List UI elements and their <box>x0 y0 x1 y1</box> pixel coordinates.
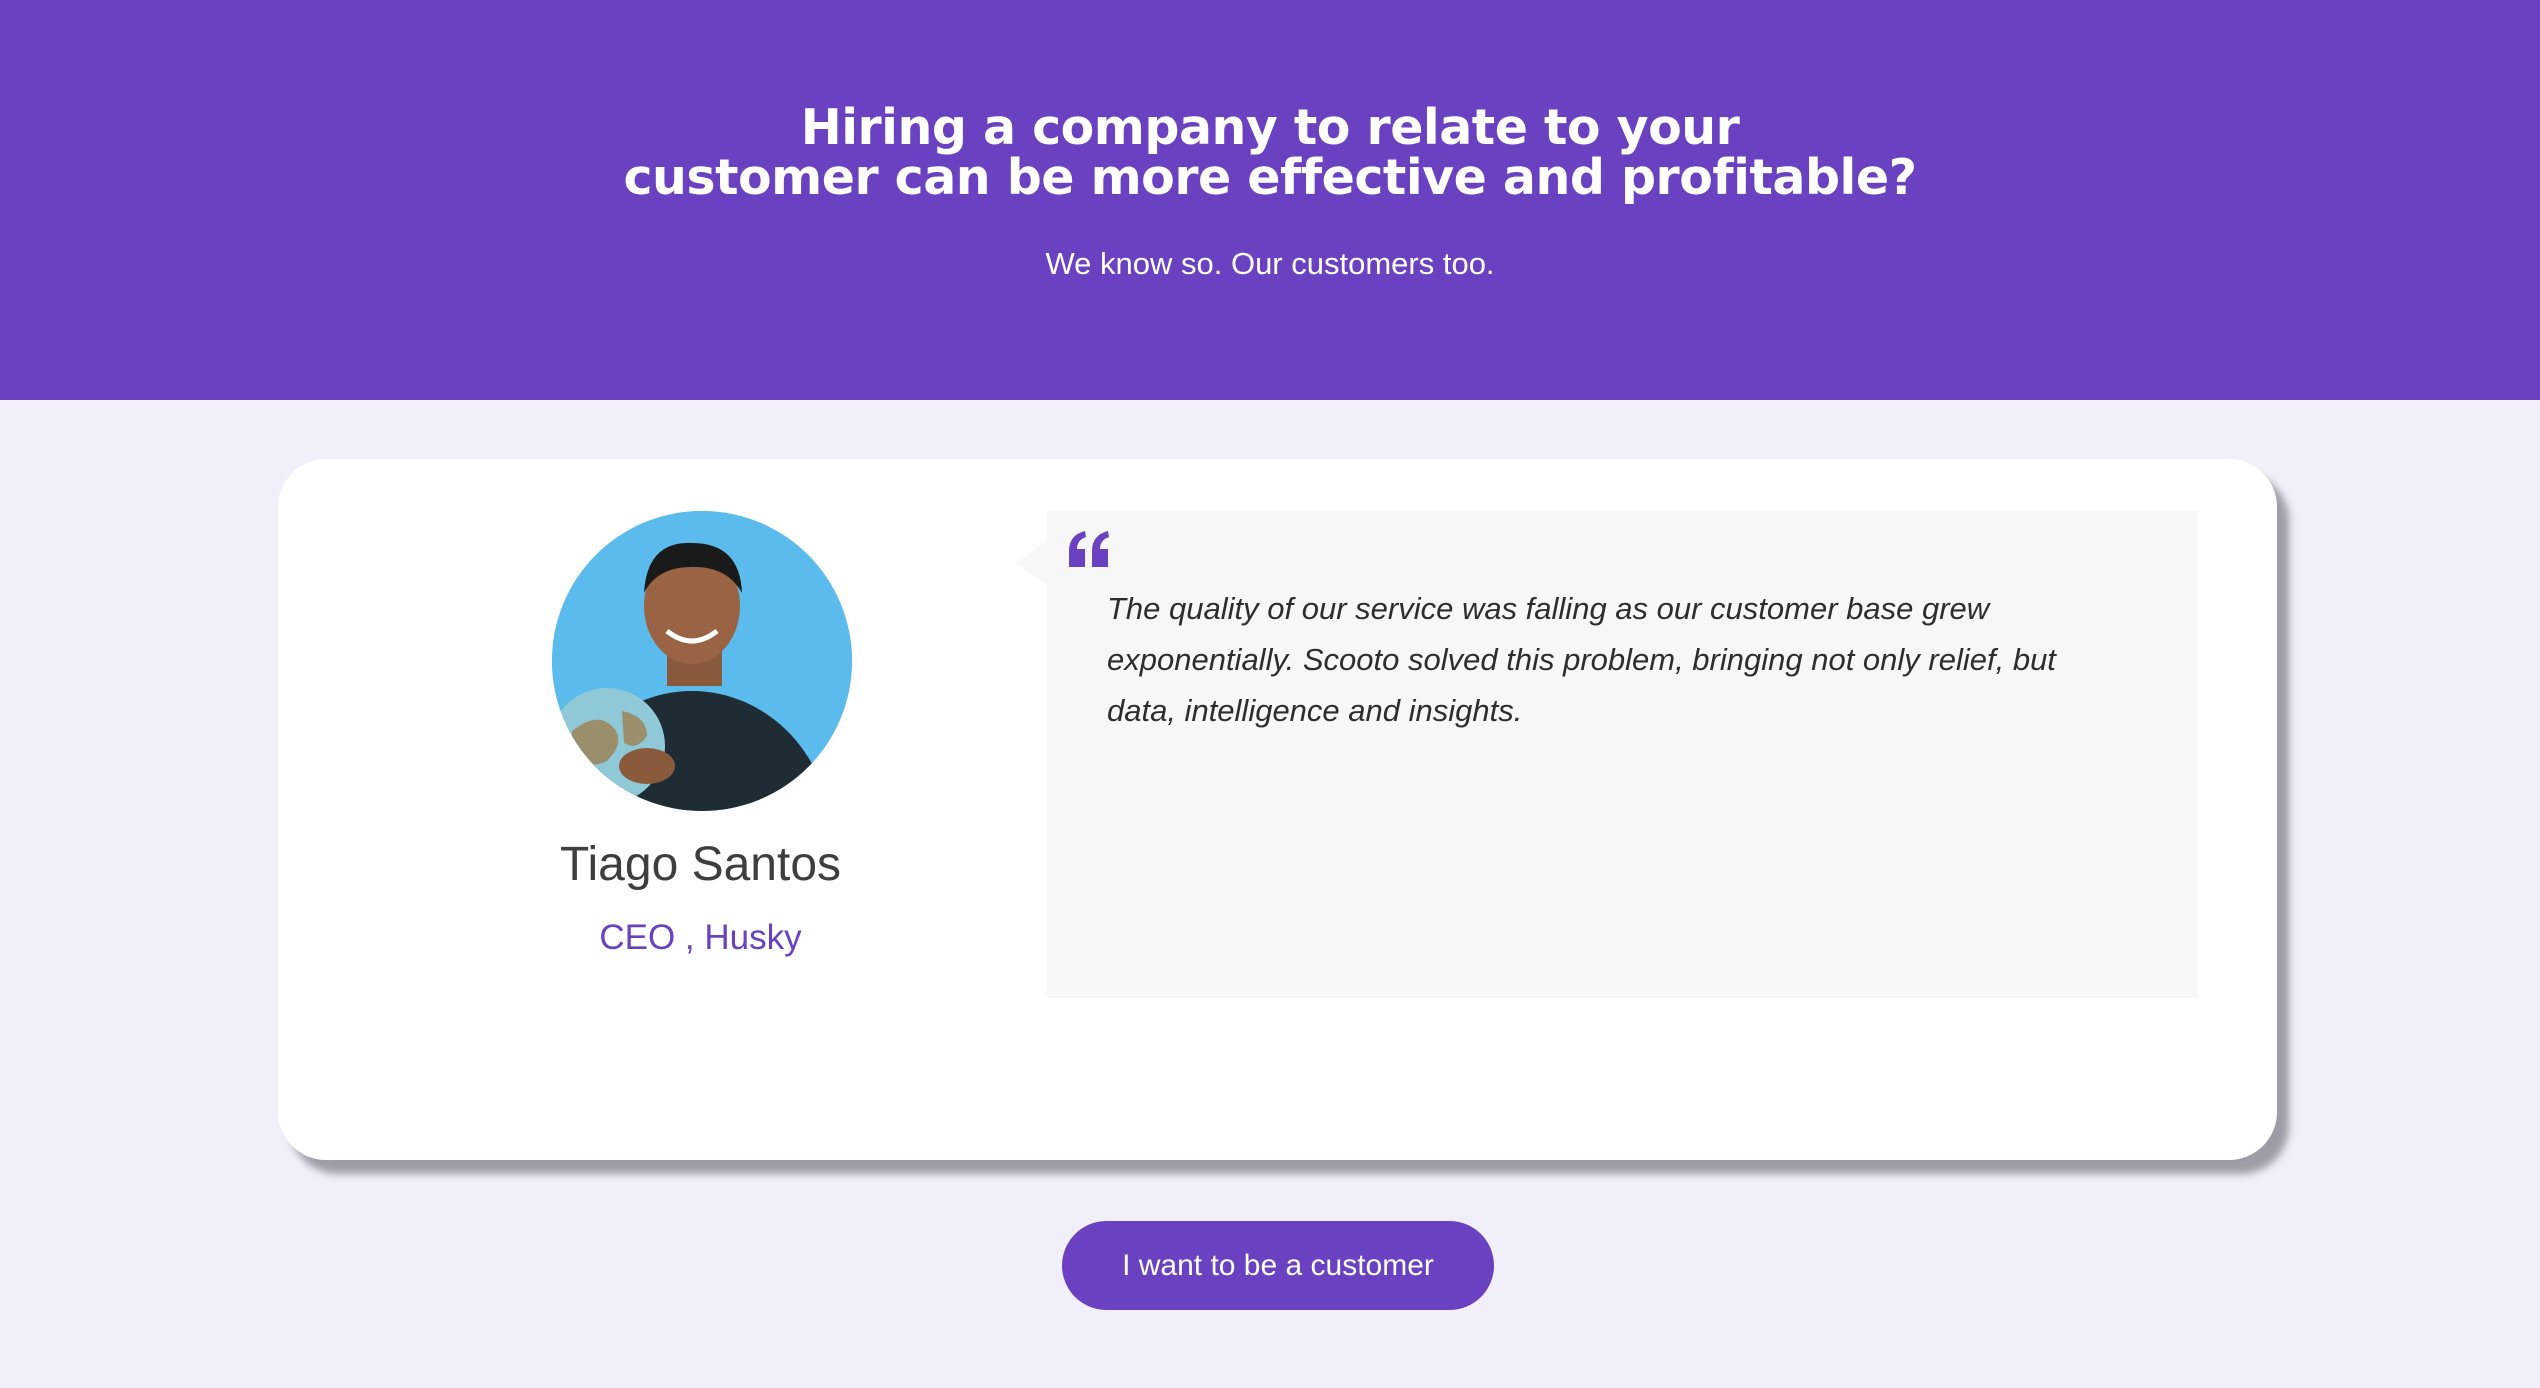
testimonial-profile: Tiago Santos CEO , Husky <box>278 459 1123 1160</box>
hero-section: Hiring a company to relate to your custo… <box>0 0 2540 400</box>
become-customer-button[interactable]: I want to be a customer <box>1062 1221 1494 1310</box>
hero-subtitle: We know so. Our customers too. <box>1045 246 1495 281</box>
hero-title-line-1: Hiring a company to relate to your <box>800 99 1740 156</box>
hero-title-line-2: customer can be more effective and profi… <box>623 149 1917 206</box>
testimonial-card: Tiago Santos CEO , Husky The quality of … <box>278 459 2277 1160</box>
avatar-photo <box>552 511 852 811</box>
avatar <box>552 511 852 811</box>
person-name: Tiago Santos <box>559 838 842 891</box>
hero-title: Hiring a company to relate to your custo… <box>0 103 2540 203</box>
quote-text: The quality of our service was falling a… <box>1107 591 2056 728</box>
quote-box: The quality of our service was falling a… <box>1017 511 2198 998</box>
quote-icon <box>1069 531 1109 567</box>
person-role: CEO , Husky <box>599 918 802 957</box>
